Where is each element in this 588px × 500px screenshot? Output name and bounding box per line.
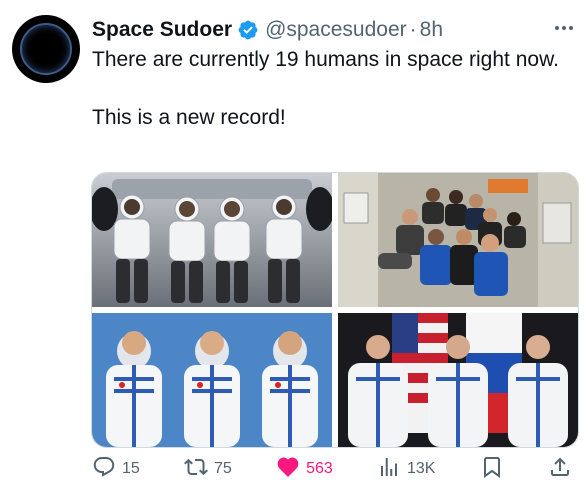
- avatar[interactable]: [12, 15, 80, 83]
- reply-icon: [92, 455, 116, 484]
- avatar-ring: [20, 23, 72, 75]
- views-count: 13K: [407, 460, 436, 477]
- retweet-button[interactable]: 75: [184, 455, 232, 484]
- tweet-time[interactable]: 8h: [420, 18, 443, 42]
- share-icon: [548, 455, 572, 484]
- verified-badge-icon: [237, 19, 259, 41]
- media-divider-horizontal: [92, 307, 578, 313]
- more-icon[interactable]: [552, 16, 576, 45]
- author-handle[interactable]: @spacesudoer: [265, 18, 407, 42]
- like-button[interactable]: 563: [276, 455, 333, 484]
- retweet-count: 75: [214, 460, 232, 477]
- like-count: 563: [306, 460, 333, 477]
- bookmark-button[interactable]: [480, 455, 504, 484]
- reply-count: 15: [122, 460, 140, 477]
- bookmark-icon: [480, 455, 504, 484]
- media-photo-shenzhou-crew[interactable]: [92, 313, 332, 447]
- media-grid: [91, 172, 579, 448]
- tweet-text: There are currently 19 humans in space r…: [92, 48, 559, 129]
- media-photo-soyuz-crew[interactable]: [338, 313, 578, 447]
- views-icon: [377, 455, 401, 484]
- reply-button[interactable]: 15: [92, 455, 140, 484]
- tweet-actions: 15 75 563 13K: [92, 454, 572, 484]
- views-button[interactable]: 13K: [377, 455, 435, 484]
- share-button[interactable]: [548, 455, 572, 484]
- author-name[interactable]: Space Sudoer: [92, 18, 232, 42]
- media-photo-iss-crew[interactable]: [338, 173, 578, 307]
- media-photo-capsule-crew[interactable]: [92, 173, 334, 307]
- separator-dot: ·: [409, 18, 417, 41]
- tweet-header: Space Sudoer @spacesudoer · 8h: [92, 13, 576, 47]
- like-icon: [276, 455, 300, 484]
- retweet-icon: [184, 455, 208, 484]
